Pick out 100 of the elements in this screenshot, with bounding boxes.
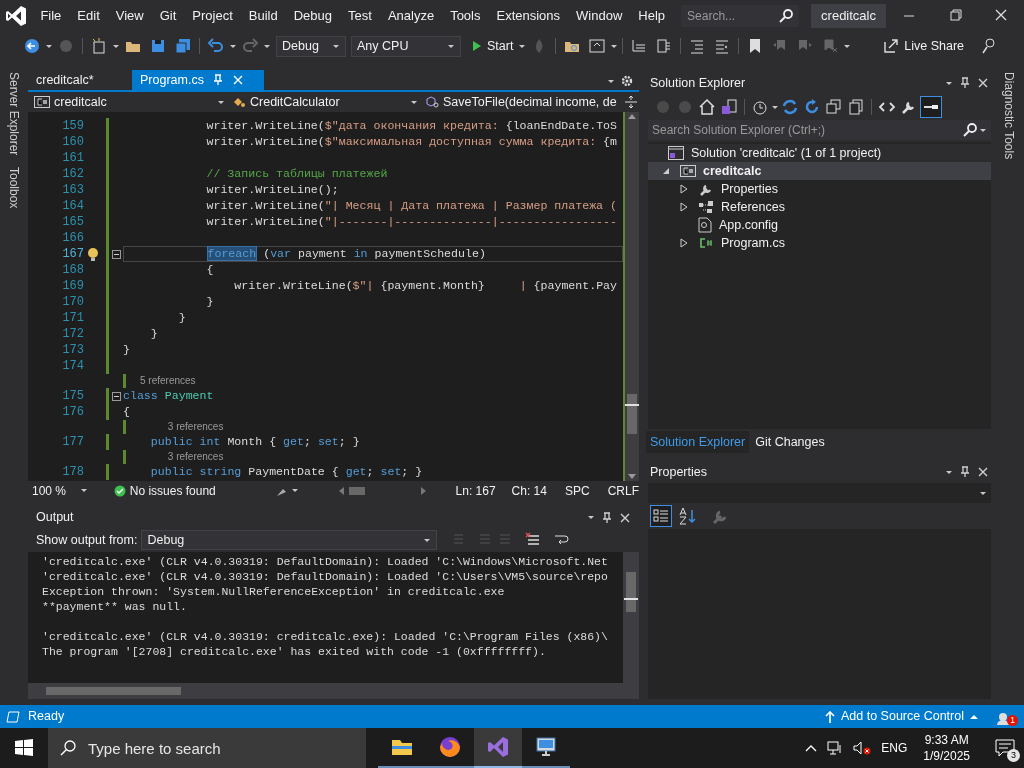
caret-icon[interactable] <box>945 79 953 87</box>
caret-icon[interactable] <box>229 42 237 50</box>
menu-item[interactable]: Extensions <box>488 4 569 28</box>
save-all-icon[interactable] <box>174 37 192 55</box>
split-icon[interactable] <box>624 95 638 109</box>
gear-icon[interactable] <box>621 75 633 87</box>
line-endings-indicator[interactable]: CRLF <box>607 481 639 500</box>
navigation-dropdown[interactable]: creditcalc <box>32 93 227 111</box>
caret-icon[interactable] <box>587 514 595 521</box>
collapsed-arrow-icon[interactable] <box>680 238 688 248</box>
collapse-icon[interactable] <box>111 249 121 259</box>
menu-item[interactable]: Build <box>240 4 286 28</box>
switch-views-icon[interactable] <box>720 98 738 116</box>
new-item-icon[interactable] <box>90 37 108 55</box>
panel-tab[interactable]: Git Changes <box>751 431 829 453</box>
search-field[interactable]: Search... <box>681 5 800 27</box>
platform-dropdown[interactable]: Any CPU <box>351 35 461 57</box>
back-icon[interactable] <box>23 37 41 55</box>
tree-item[interactable]: References <box>720 197 786 217</box>
search-field[interactable]: Search Solution Explorer (Ctrl+;) <box>648 120 991 140</box>
caret-icon[interactable] <box>979 126 987 134</box>
caret-icon[interactable] <box>45 42 53 50</box>
scrollbar-thumb[interactable] <box>349 486 366 495</box>
horizontal-scrollbar[interactable] <box>339 484 426 497</box>
configuration-dropdown[interactable]: Debug <box>276 35 346 57</box>
scroll-down-arrow-icon[interactable] <box>628 474 636 479</box>
preview-icon[interactable] <box>920 96 942 118</box>
navigation-dropdown[interactable]: CreditCalculator <box>230 93 420 111</box>
caret-icon[interactable] <box>291 487 300 494</box>
column-indicator[interactable]: Ch: 14 <box>511 481 547 500</box>
side-tab[interactable]: Diagnostic Tools <box>997 72 1020 160</box>
input-language[interactable]: ENG <box>881 739 908 757</box>
caret-icon[interactable] <box>945 468 953 476</box>
caret-icon[interactable] <box>607 77 615 85</box>
scroll-left-arrow-icon[interactable] <box>339 486 345 495</box>
clear-all-icon[interactable] <box>525 532 542 548</box>
speaker-muted-icon[interactable] <box>853 741 872 755</box>
close-icon[interactable] <box>619 511 631 524</box>
caret-icon[interactable] <box>410 98 418 106</box>
side-tab[interactable]: Toolbox <box>3 167 25 209</box>
caret-icon[interactable] <box>979 489 987 497</box>
tree-item[interactable]: Program.cs <box>720 233 786 253</box>
caret-icon[interactable] <box>610 42 619 50</box>
caret-icon[interactable] <box>447 42 455 50</box>
vertical-scrollbar[interactable] <box>623 552 639 683</box>
collapse-icon[interactable] <box>111 391 121 401</box>
caret-icon[interactable] <box>217 98 225 106</box>
document-tab[interactable]: Program.cs <box>132 70 264 90</box>
refresh-icon[interactable] <box>803 98 821 116</box>
pin-icon[interactable] <box>601 511 613 524</box>
zoom-dropdown[interactable]: 100 % <box>32 481 92 500</box>
menu-item[interactable]: Window <box>568 4 631 28</box>
collapse-all-icon[interactable] <box>825 98 843 116</box>
caret-icon[interactable] <box>263 42 271 50</box>
live-share-button[interactable]: Live Share <box>878 35 969 57</box>
whitespace-indicator[interactable]: SPC <box>564 481 590 500</box>
menu-item[interactable]: File <box>32 4 70 28</box>
menu-item[interactable]: Tools <box>442 4 489 28</box>
network-icon[interactable] <box>827 741 844 755</box>
menu-item[interactable]: Analyze <box>379 4 443 28</box>
chevron-up-icon[interactable] <box>805 744 818 752</box>
close-icon[interactable] <box>977 77 989 89</box>
references-link[interactable]: 5 references <box>140 374 196 388</box>
issues-status[interactable]: No issues found <box>129 481 216 500</box>
scrollbar-thumb[interactable] <box>627 394 637 434</box>
browser-icon[interactable] <box>588 37 607 55</box>
scrollbar-thumb[interactable] <box>626 572 636 612</box>
start-button[interactable]: Start <box>468 35 518 57</box>
close-icon[interactable] <box>977 466 989 478</box>
tree-item[interactable]: App.config <box>718 215 780 235</box>
taskbar-search-field[interactable]: Type here to search <box>48 728 366 768</box>
menu-item[interactable]: Help <box>630 4 674 28</box>
panel-tab[interactable]: Solution Explorer <box>646 431 750 453</box>
menu-item[interactable]: Project <box>184 4 241 28</box>
show-all-files-icon[interactable] <box>847 98 865 116</box>
categorized-icon[interactable] <box>650 505 672 527</box>
horizontal-scrollbar[interactable] <box>28 683 639 699</box>
references-link[interactable]: 3 references <box>167 450 224 464</box>
home-icon[interactable] <box>698 98 716 116</box>
menu-item[interactable]: Debug <box>285 4 341 28</box>
output-source-dropdown[interactable]: Debug <box>141 530 438 550</box>
pin-icon[interactable] <box>959 77 971 89</box>
scroll-right-arrow-icon[interactable] <box>420 486 426 495</box>
caret-icon[interactable] <box>79 487 88 494</box>
pin-icon[interactable] <box>211 74 224 86</box>
side-tab[interactable]: Server Explorer <box>3 72 25 156</box>
caret-icon[interactable] <box>843 42 852 50</box>
line-indicator[interactable]: Ln: 167 <box>455 481 496 500</box>
search-icon[interactable] <box>963 123 977 137</box>
search-icon[interactable] <box>779 9 794 23</box>
caret-icon[interactable] <box>423 536 432 544</box>
tree-item[interactable]: Properties <box>720 179 779 199</box>
save-icon[interactable] <box>149 37 167 55</box>
document-tab[interactable]: creditcalc* <box>28 70 132 90</box>
caret-icon[interactable] <box>112 42 120 50</box>
notification-bell-icon[interactable] <box>996 711 1010 726</box>
references-link[interactable]: 3 references <box>167 420 224 434</box>
menu-item[interactable]: Git <box>151 4 185 28</box>
caret-icon[interactable] <box>518 42 527 50</box>
sort-alphabetical-icon[interactable] <box>678 506 698 526</box>
